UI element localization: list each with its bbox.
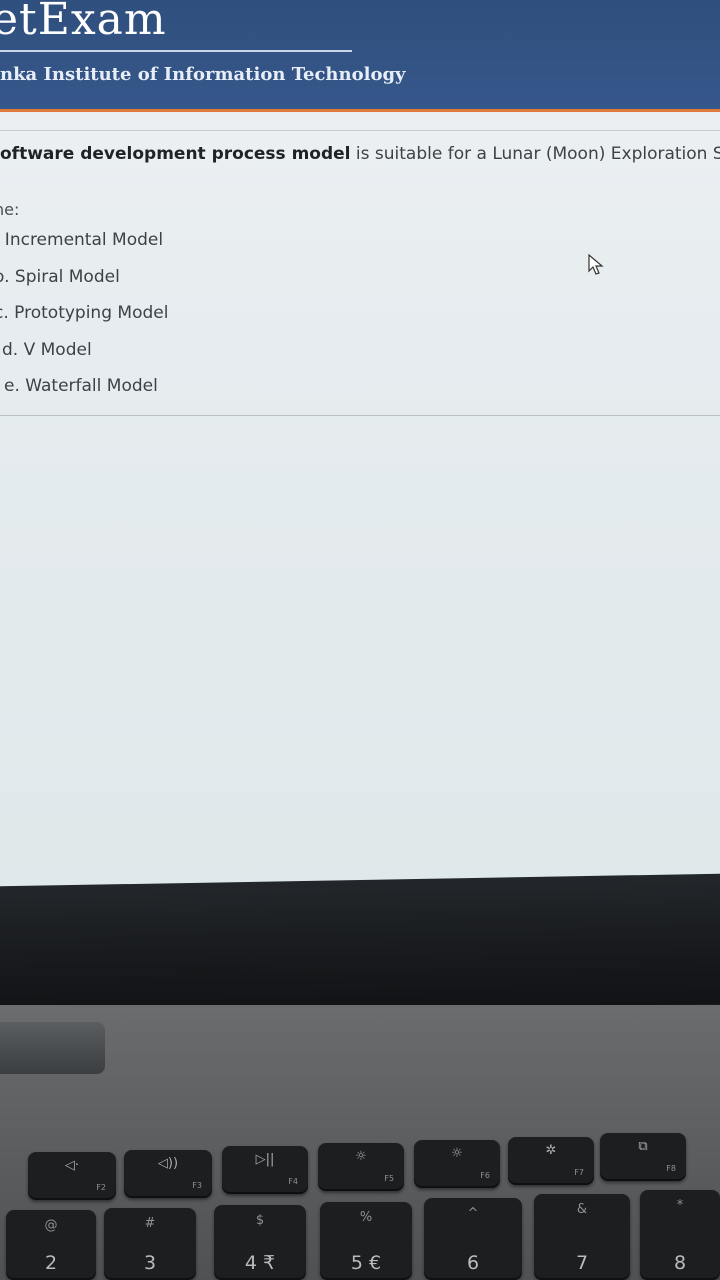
select-one-label: ne: <box>0 200 20 219</box>
brightness-up-icon: ✲ <box>545 1143 557 1158</box>
brand-logo[interactable]: etExam <box>0 0 167 45</box>
option-a-label: . Incremental Model <box>0 230 164 250</box>
mouse-pointer-icon <box>588 254 604 275</box>
key-f4[interactable]: ▷|| F4 <box>222 1146 308 1194</box>
option-c[interactable]: c. Prototyping Model <box>0 303 168 323</box>
screen-bezel <box>0 873 720 1017</box>
question-top-divider <box>0 130 720 131</box>
key-6[interactable]: ^ 6 <box>424 1198 522 1280</box>
hinge <box>0 1022 105 1074</box>
question-emphasis: oftware development process model <box>0 144 351 164</box>
display-switch-icon: ⧉ <box>638 1139 648 1154</box>
site-header: etExam nka Institute of Information Tech… <box>0 0 720 112</box>
question-text: oftware development process model is sui… <box>0 144 720 164</box>
keyboard-light-icon: ☼ <box>355 1149 367 1164</box>
key-f7[interactable]: ✲ F7 <box>508 1137 594 1185</box>
volume-mute-icon: ◁· <box>64 1158 80 1173</box>
brightness-down-icon: ☼ <box>451 1146 463 1161</box>
options-bottom-divider <box>0 415 720 416</box>
volume-up-icon: ◁)) <box>157 1156 179 1171</box>
exam-screen: etExam nka Institute of Information Tech… <box>0 0 720 890</box>
key-5[interactable]: % 5 € <box>320 1202 412 1280</box>
key-f3[interactable]: ◁)) F3 <box>124 1150 212 1198</box>
key-f5[interactable]: ☼ F5 <box>318 1143 404 1191</box>
question-rest: is suitable for a Lunar (Moon) Explorati… <box>355 144 720 164</box>
key-4[interactable]: $ 4 ₹ <box>214 1205 306 1280</box>
key-8[interactable]: * 8 <box>640 1190 720 1280</box>
key-f2[interactable]: ◁· F2 <box>28 1152 116 1200</box>
institute-name: nka Institute of Information Technology <box>0 64 406 85</box>
option-a[interactable]: . Incremental Model <box>0 230 163 250</box>
key-3[interactable]: # 3 <box>104 1208 196 1280</box>
option-c-label: c. Prototyping Model <box>0 303 169 323</box>
play-pause-icon: ▷|| <box>255 1152 275 1167</box>
option-e-label: e. Waterfall Model <box>4 376 158 396</box>
option-d[interactable]: d. V Model <box>2 340 92 360</box>
key-2[interactable]: @ 2 <box>6 1210 96 1280</box>
option-d-label: d. V Model <box>2 340 92 360</box>
key-7[interactable]: & 7 <box>534 1194 630 1280</box>
header-divider <box>0 50 352 52</box>
key-f6[interactable]: ☼ F6 <box>414 1140 500 1188</box>
option-b-label: o. Spiral Model <box>0 267 120 287</box>
key-f8[interactable]: ⧉ F8 <box>600 1133 686 1181</box>
option-e[interactable]: e. Waterfall Model <box>4 376 158 396</box>
option-b[interactable]: o. Spiral Model <box>0 267 120 287</box>
